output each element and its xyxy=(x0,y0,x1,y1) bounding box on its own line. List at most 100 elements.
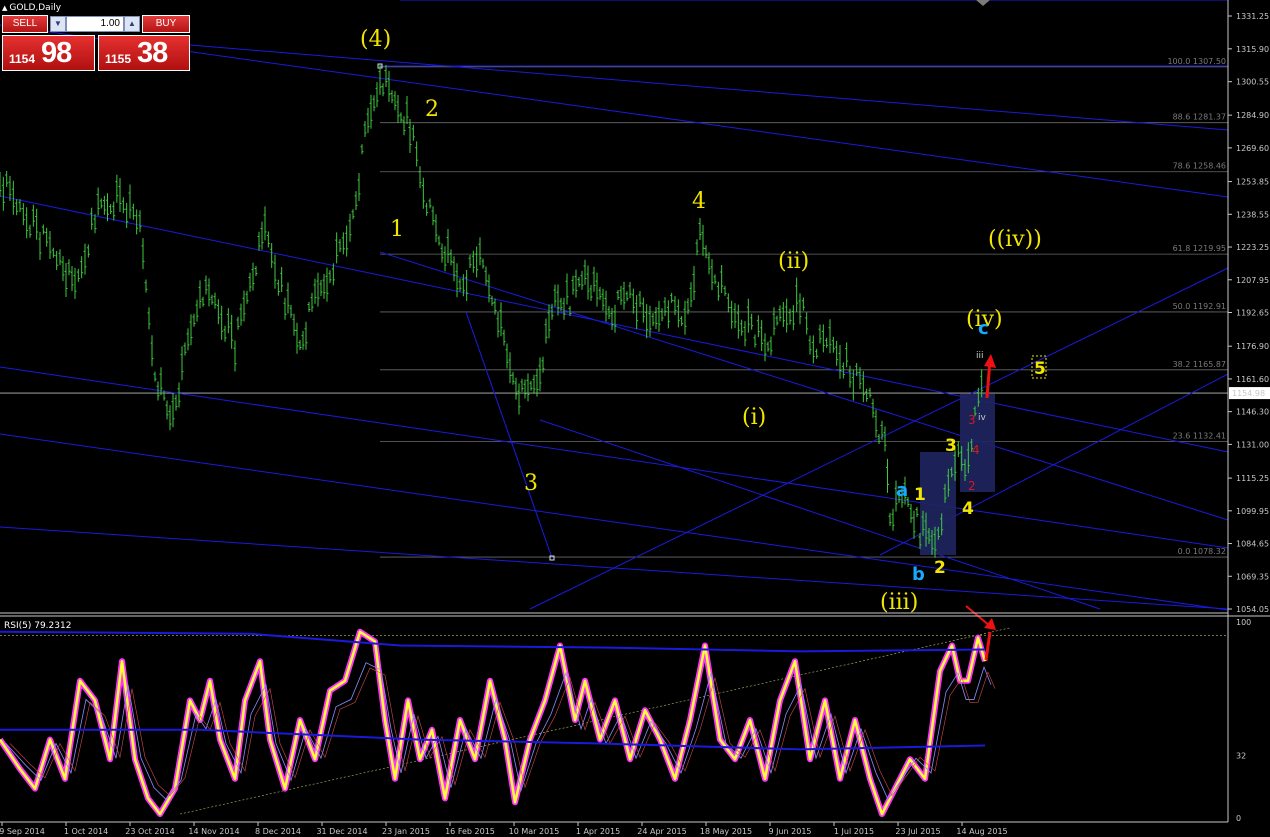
chart-window[interactable]: 100.0 1307.50 88.6 1281.37 78.6 1258.46 61.… xyxy=(0,0,1270,837)
fib-level-label: 78.6 1258.46 xyxy=(1173,162,1226,171)
fib-level-label: 38.2 1165.87 xyxy=(1173,360,1226,369)
date-tick-label: 24 Apr 2015 xyxy=(637,827,686,836)
price-tick-label: 1300.55 xyxy=(1236,78,1269,87)
rsi-axis-label: 32 xyxy=(1236,751,1246,760)
trendline xyxy=(0,366,1229,549)
current-price-label: 1154.98 xyxy=(1232,389,1265,398)
trendline xyxy=(539,419,1101,610)
date-tick-label: 23 Jul 2015 xyxy=(895,827,940,836)
date-tick-label: 9 Jun 2015 xyxy=(768,827,811,836)
price-tick-label: 1069.35 xyxy=(1236,572,1269,581)
wave-label-4: 4 xyxy=(692,189,706,214)
lot-decrease-icon[interactable]: ▼ xyxy=(50,16,66,32)
trendline xyxy=(0,433,1229,611)
fib-level-label: 23.6 1132.41 xyxy=(1173,431,1226,440)
arrow-rsi-up-icon xyxy=(984,631,992,661)
sell-price-box[interactable]: 1154 98 xyxy=(2,35,95,71)
wave-label-tiny-iii: iii xyxy=(976,351,984,361)
wave-label-iv-double: ((iv)) xyxy=(988,227,1042,252)
rsi-main-line xyxy=(0,630,987,816)
date-tick-label: 9 Sep 2014 xyxy=(0,827,45,836)
date-tick-label: 23 Oct 2014 xyxy=(125,827,174,836)
rsi-ma-line xyxy=(5,662,992,801)
trendlines[interactable] xyxy=(0,0,1229,611)
trendline xyxy=(189,44,1229,131)
wave-label-1: 1 xyxy=(390,217,404,242)
price-tick-label: 1315.90 xyxy=(1236,45,1269,54)
date-tick-label: 8 Dec 2014 xyxy=(255,827,301,836)
date-tick-label: 1 Apr 2015 xyxy=(576,827,620,836)
wave-annotations: (4)(iii)(ii)(i)(iv)((iv))12341234abc342i… xyxy=(360,27,1047,661)
price-tick-label: 1223.25 xyxy=(1236,243,1269,252)
date-tick-label: 18 May 2015 xyxy=(700,827,752,836)
sell-button[interactable]: SELL xyxy=(2,15,48,33)
arrow-down-icon-head xyxy=(984,618,996,630)
wave-label-small-4: 4 xyxy=(962,499,974,519)
sell-price-digits: 98 xyxy=(41,37,72,69)
date-tick-label: 14 Aug 2015 xyxy=(956,827,1007,836)
wave-label-red-4: 4 xyxy=(972,443,980,457)
rsi-panel: RSI(5) 79.2312 xyxy=(0,621,1228,818)
triangle-up-icon[interactable]: ▲ xyxy=(2,4,7,12)
chart-title: GOLD,Daily xyxy=(9,2,62,13)
price-tick-label: 1238.55 xyxy=(1236,210,1269,219)
fib-level-label: 88.6 1281.37 xyxy=(1173,113,1226,122)
date-tick-label: 10 Mar 2015 xyxy=(509,827,560,836)
sell-price-prefix: 1154 xyxy=(9,52,36,66)
chart-title-bar: ▲ GOLD,Daily xyxy=(2,2,61,13)
wave-label-tiny-iv: iv xyxy=(978,413,987,423)
price-tick-label: 1161.60 xyxy=(1236,375,1269,384)
rsi-axis-label: 100 xyxy=(1236,618,1251,627)
wave-label-b: b xyxy=(912,564,925,585)
date-tick-label: 31 Dec 2014 xyxy=(316,827,367,836)
fib-level-label: 61.8 1219.95 xyxy=(1173,244,1226,253)
wave-label-red-3: 3 xyxy=(968,413,976,427)
price-tick-label: 1253.85 xyxy=(1236,178,1269,187)
buy-price-digits: 38 xyxy=(137,37,168,69)
price-tick-label: 1115.25 xyxy=(1236,474,1269,483)
rsi-axis-label: 0 xyxy=(1236,814,1241,823)
price-tick-label: 1054.05 xyxy=(1236,605,1269,614)
date-tick-label: 1 Oct 2014 xyxy=(64,827,108,836)
wave-label-small-2: 2 xyxy=(934,558,946,578)
rsi-title-label: RSI(5) 79.2312 xyxy=(4,621,71,631)
rsi-band-upper xyxy=(0,630,986,653)
price-tick-label: 1269.60 xyxy=(1236,144,1269,153)
wave-label-4-major: (4) xyxy=(360,27,391,52)
wave-label-ii: (ii) xyxy=(778,249,809,274)
wave-label-5: 5 xyxy=(1034,359,1046,379)
lot-size-input[interactable]: 1.00 xyxy=(66,16,124,32)
wave-label-i: (i) xyxy=(742,405,766,430)
price-tick-label: 1176.90 xyxy=(1236,342,1269,351)
trendline xyxy=(379,251,1229,521)
one-click-trading-panel: SELL ▼ 1.00 ▲ BUY 1154 98 1155 38 xyxy=(2,15,190,71)
wave-label-c: c xyxy=(978,318,989,339)
buy-price-box[interactable]: 1155 38 xyxy=(98,35,190,71)
price-tick-label: 1207.95 xyxy=(1236,276,1269,285)
date-tick-label: 23 Jan 2015 xyxy=(382,827,430,836)
rsi-glow-line xyxy=(0,628,988,818)
lot-increase-icon[interactable]: ▲ xyxy=(124,16,140,32)
price-tick-label: 1084.65 xyxy=(1236,540,1269,549)
wave-label-3: 3 xyxy=(524,471,538,496)
fib-level-label: 50.0 1192.91 xyxy=(1173,302,1226,311)
arrow-up-icon-head xyxy=(984,354,996,368)
date-tick-label: 14 Nov 2014 xyxy=(188,827,239,836)
chart-shift-icon xyxy=(976,0,990,6)
price-tick-label: 1146.30 xyxy=(1236,408,1269,417)
price-tick-label: 1284.90 xyxy=(1236,111,1269,120)
wave-label-red-2: 2 xyxy=(968,479,976,493)
wave-label-iii: (iii) xyxy=(880,590,918,615)
trendline xyxy=(0,195,1229,453)
price-tick-label: 1192.65 xyxy=(1236,309,1269,318)
buy-price-prefix: 1155 xyxy=(105,52,132,66)
fib-level-label: 0.0 1078.32 xyxy=(1178,547,1226,556)
price-tick-label: 1099.95 xyxy=(1236,507,1269,516)
price-tick-label: 1331.25 xyxy=(1236,12,1269,21)
buy-button[interactable]: BUY xyxy=(142,15,190,33)
wave-label-small-3: 3 xyxy=(945,436,957,456)
wave-label-small-1: 1 xyxy=(914,485,926,505)
wave-label-a: a xyxy=(896,480,908,501)
chart-canvas[interactable]: 100.0 1307.50 88.6 1281.37 78.6 1258.46 61.… xyxy=(0,0,1270,837)
date-tick-label: 16 Feb 2015 xyxy=(445,827,495,836)
